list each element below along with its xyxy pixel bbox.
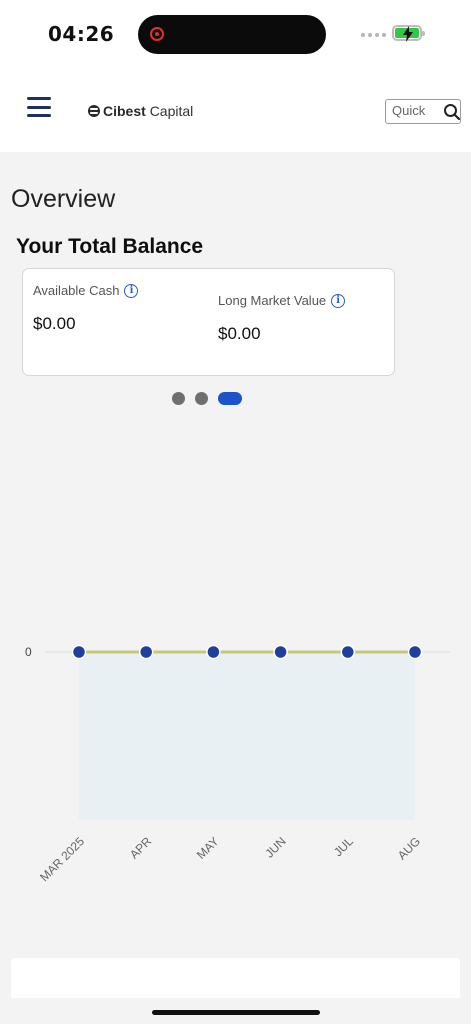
x-tick-label: MAR 2025	[37, 834, 87, 884]
app-header: Cibest Capital	[0, 70, 471, 152]
signal-icon	[361, 33, 386, 37]
data-point	[407, 644, 423, 660]
available-cash-label: Available Cash	[33, 283, 120, 298]
long-market-value-item: Long Market Value i $0.00	[218, 293, 346, 344]
area-fill	[79, 652, 415, 820]
recording-indicator-icon	[150, 27, 164, 41]
data-point	[206, 644, 221, 660]
pager-dot[interactable]	[195, 392, 208, 405]
bottom-card	[11, 958, 460, 998]
page-title: Overview	[11, 185, 116, 213]
y-tick-label: 0	[25, 645, 32, 659]
available-cash-item: Available Cash i $0.00	[33, 283, 139, 334]
data-point	[273, 644, 288, 660]
pager-dot-active[interactable]	[218, 392, 242, 405]
data-point	[138, 644, 154, 660]
brand-name-bold: Cibest	[103, 103, 146, 119]
brand-name-regular: Capital	[149, 103, 194, 119]
balance-chart: 0 MAR 2025 APR MAY JUN JUL AUG	[25, 644, 450, 884]
balance-title: Your Total Balance	[16, 235, 204, 258]
search-icon[interactable]	[443, 103, 461, 121]
status-bar: 04:26	[0, 0, 471, 70]
data-point	[340, 644, 356, 660]
long-market-value-label: Long Market Value	[218, 293, 327, 308]
menu-icon[interactable]	[27, 97, 51, 117]
long-market-value-value: $0.00	[218, 324, 261, 343]
available-cash-value: $0.00	[33, 314, 76, 333]
x-tick-label: MAY	[194, 834, 222, 862]
carousel-pager	[172, 392, 242, 405]
x-tick-label: AUG	[395, 834, 423, 862]
status-time: 04:26	[48, 22, 115, 46]
search-box	[385, 99, 461, 124]
brand-logo: Cibest Capital	[88, 103, 193, 119]
info-icon[interactable]: i	[124, 283, 139, 298]
info-icon[interactable]: i	[331, 293, 346, 308]
home-indicator	[152, 1010, 320, 1015]
data-point	[71, 644, 87, 660]
cibest-logo-icon	[88, 105, 100, 117]
pager-dot[interactable]	[172, 392, 185, 405]
x-tick-label: JUN	[262, 834, 288, 860]
search-input[interactable]	[392, 103, 440, 118]
x-tick-label: JUL	[331, 834, 356, 859]
battery-charging-icon	[392, 25, 425, 42]
x-tick-label: APR	[127, 834, 155, 862]
balance-card: Available Cash i $0.00 Long Market Value…	[22, 268, 395, 376]
dynamic-island	[138, 15, 326, 54]
